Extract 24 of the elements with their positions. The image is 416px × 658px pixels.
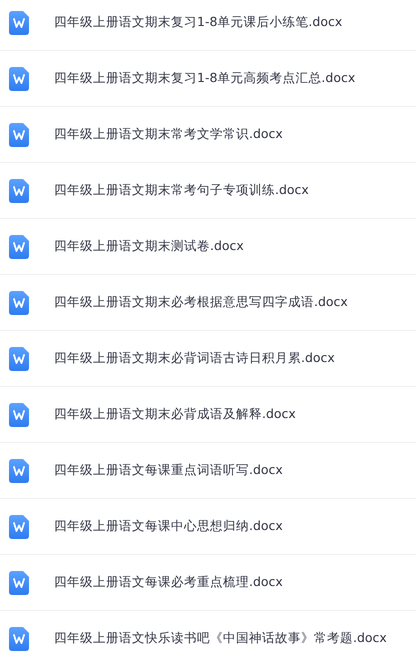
file-name[interactable]: 四年级上册语文期末复习1-8单元高频考点汇总.docx bbox=[54, 70, 356, 87]
document-icon bbox=[9, 514, 29, 538]
document-icon bbox=[9, 290, 29, 314]
file-name[interactable]: 四年级上册语文每课中心思想归纳.docx bbox=[54, 518, 283, 535]
file-name[interactable]: 四年级上册语文每课必考重点梳理.docx bbox=[54, 574, 283, 591]
document-icon bbox=[9, 346, 29, 370]
document-icon bbox=[9, 122, 29, 146]
document-icon bbox=[9, 10, 29, 34]
document-icon bbox=[9, 66, 29, 90]
file-name[interactable]: 四年级上册语文期末必背词语古诗日积月累.docx bbox=[54, 350, 335, 367]
document-icon bbox=[9, 402, 29, 426]
document-icon bbox=[9, 626, 29, 650]
file-name[interactable]: 四年级上册语文期末测试卷.docx bbox=[54, 238, 244, 255]
file-name[interactable]: 四年级上册语文每课重点词语听写.docx bbox=[54, 462, 283, 479]
document-icon bbox=[9, 178, 29, 202]
file-name[interactable]: 四年级上册语文期末必背成语及解释.docx bbox=[54, 406, 296, 423]
document-icon bbox=[9, 458, 29, 482]
document-icon bbox=[9, 234, 29, 258]
document-icon bbox=[9, 570, 29, 594]
file-name[interactable]: 四年级上册语文期末必考根据意思写四字成语.docx bbox=[54, 294, 348, 311]
file-name[interactable]: 四年级上册语文快乐读书吧《中国神话故事》常考题.docx bbox=[54, 630, 387, 647]
file-name[interactable]: 四年级上册语文期末复习1-8单元课后小练笔.docx bbox=[54, 14, 342, 31]
file-name[interactable]: 四年级上册语文期末常考文学常识.docx bbox=[54, 126, 283, 143]
file-name[interactable]: 四年级上册语文期末常考句子专项训练.docx bbox=[54, 182, 309, 199]
